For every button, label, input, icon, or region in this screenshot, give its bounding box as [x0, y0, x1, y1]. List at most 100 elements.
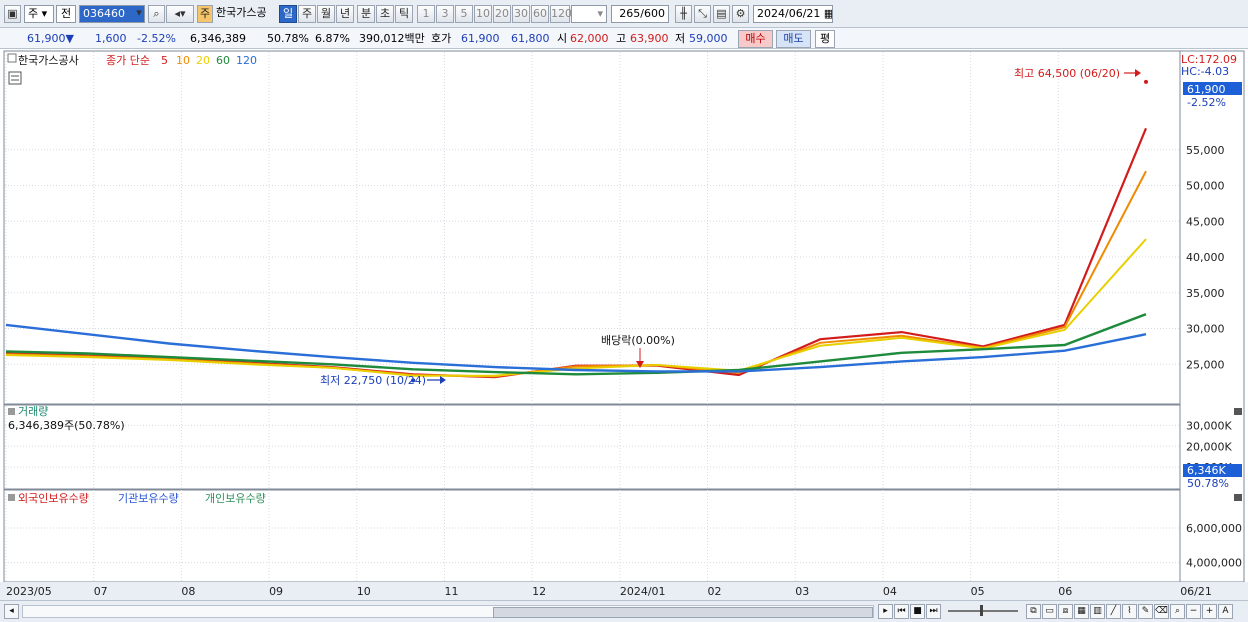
sell-button[interactable]: 매도 [776, 30, 811, 48]
zoom-slider[interactable] [948, 610, 1018, 612]
prev-button[interactable]: 전 [56, 5, 76, 23]
price-panel-title: 한국가스공사 [18, 54, 79, 67]
gear-icon[interactable]: ⚙ [732, 5, 749, 23]
x-tick: 03 [795, 585, 809, 598]
volume-y-tick: 20,000K [1186, 440, 1232, 453]
interval-5[interactable]: 5 [455, 5, 473, 23]
period-tab-week[interactable]: 주 [298, 5, 316, 23]
current-price: 61,900▼ [27, 32, 74, 45]
interval-120[interactable]: 120 [550, 5, 572, 23]
low-price: 59,000 [689, 32, 728, 45]
line-icon[interactable]: ╱ [1106, 604, 1121, 619]
y-tick: 30,000 [1186, 323, 1225, 336]
eval-button[interactable]: 평 [815, 30, 835, 48]
scroll-thumb[interactable] [493, 607, 873, 618]
ma-legend-120: 120 [236, 54, 257, 67]
volume-toggle-icon[interactable] [8, 408, 15, 415]
date-field[interactable]: 2024/06/21 ▦ [753, 5, 833, 23]
magnify-icon[interactable]: ⌕ [1170, 604, 1185, 619]
interval-60[interactable]: 60 [531, 5, 549, 23]
first-icon[interactable]: ⏮ [894, 604, 909, 619]
chart-area[interactable]: 55,000 50,000 45,000 40,000 35,000 30,000 25,0… [0, 50, 1248, 600]
holding-y-tick: 4,000,000 [1186, 557, 1242, 570]
scroll-bar[interactable]: ◂ ▸ ⏮ ■ ⏭ ⧉ ▭ ⧈ ▦ ▥ ╱ ⌇ ✎ ⌫ ⌕ − + A [0, 600, 1248, 622]
period-tab-month[interactable]: 월 [317, 5, 335, 23]
interval-30[interactable]: 30 [512, 5, 530, 23]
price-panel [3, 50, 1181, 405]
legend-individual: 개인보유수량 [205, 492, 266, 505]
period-tab-minute[interactable]: 분 [357, 5, 375, 23]
draw-icon[interactable]: ✎ [1138, 604, 1153, 619]
search-icon[interactable]: ⌕ [148, 5, 165, 23]
scroll-left-icon[interactable]: ◂ [4, 604, 19, 619]
zoom-in-icon[interactable]: + [1202, 604, 1217, 619]
x-tick: 2024/01 [620, 585, 666, 598]
last-change-label: -2.52% [1187, 96, 1226, 109]
trend-icon[interactable]: ⌇ [1122, 604, 1137, 619]
x-tick: 02 [708, 585, 722, 598]
period-tab-year[interactable]: 년 [336, 5, 354, 23]
ask-label: 호가 [431, 32, 452, 45]
toolbar: ▣ 주 ▾ 전 036460 ▾ ⌕ ◂▾ 주 한국가스공 일 주 월 년 분 … [0, 0, 1248, 28]
window-icon[interactable]: ▣ [4, 5, 21, 23]
buy-button[interactable]: 매수 [738, 30, 773, 48]
high-annotation: 최고 64,500 (06/20) [1014, 67, 1120, 80]
x-tick: 10 [357, 585, 371, 598]
x-tick: 05 [971, 585, 985, 598]
volume-last-ratio: 50.78% [1187, 477, 1229, 490]
layout-icon[interactable]: ⧉ [1026, 604, 1041, 619]
bar-icon[interactable]: ▥ [1090, 604, 1105, 619]
y-tick: 35,000 [1186, 287, 1225, 300]
x-tick: 06/21 [1180, 585, 1212, 598]
hc-label: HC:-4.03 [1181, 65, 1229, 78]
interval-select[interactable]: ▾ [571, 5, 607, 23]
x-tick: 07 [94, 585, 108, 598]
volume-panel [3, 404, 1181, 490]
grid-icon[interactable]: ▦ [1074, 604, 1089, 619]
market-select[interactable]: 주 ▾ [24, 5, 54, 23]
overlay-icon[interactable]: ⧈ [1058, 604, 1073, 619]
split-icon[interactable]: ▭ [1042, 604, 1057, 619]
holding-toggle-icon[interactable] [8, 494, 15, 501]
low-annotation: 최저 22,750 (10/24) [320, 374, 426, 387]
last-icon[interactable]: ⏭ [926, 604, 941, 619]
speaker-icon[interactable]: ◂▾ [166, 5, 194, 23]
close-icon[interactable] [1234, 408, 1242, 415]
x-tick: 2023/05 [6, 585, 52, 598]
ma-legend-10: 10 [176, 54, 190, 67]
holding-panel [3, 489, 1181, 583]
x-tick: 06 [1058, 585, 1072, 598]
interval-1[interactable]: 1 [417, 5, 435, 23]
erase-icon[interactable]: ⌫ [1154, 604, 1169, 619]
last-price-label: 61,900 [1187, 83, 1226, 96]
scroll-right-icon[interactable]: ▸ [878, 604, 893, 619]
calendar-icon[interactable]: ▦ [824, 7, 832, 20]
interval-3[interactable]: 3 [436, 5, 454, 23]
y-axis-area [1179, 50, 1245, 583]
volume-value: 6,346,389 [190, 32, 246, 45]
ma-legend-label: 종가 단순 [106, 54, 150, 67]
save-icon[interactable]: ▤ [713, 5, 730, 23]
interval-20[interactable]: 20 [493, 5, 511, 23]
high-price: 63,900 [630, 32, 669, 45]
volume-value: 6,346,389주(50.78%) [8, 419, 125, 432]
turnover-rate: 6.87% [315, 32, 350, 45]
font-icon[interactable]: A [1218, 604, 1233, 619]
stock-type-badge: 주 [197, 5, 213, 23]
volume-title: 거래량 [18, 405, 48, 418]
crosshair-icon[interactable]: ⤡ [694, 5, 711, 23]
x-tick: 04 [883, 585, 897, 598]
zoom-slider-handle[interactable] [980, 605, 983, 616]
stop-icon[interactable]: ■ [910, 604, 925, 619]
period-tab-second[interactable]: 초 [376, 5, 394, 23]
count-field[interactable]: 265/600 [611, 5, 669, 23]
candle-icon[interactable]: ╫ [675, 5, 692, 23]
calculator-icon[interactable] [8, 71, 22, 85]
period-tab-tick[interactable]: 틱 [395, 5, 413, 23]
scroll-track[interactable] [22, 605, 874, 618]
zoom-out-icon[interactable]: − [1186, 604, 1201, 619]
interval-10[interactable]: 10 [474, 5, 492, 23]
chevron-down-icon[interactable]: ▾ [132, 5, 146, 23]
period-tab-day[interactable]: 일 [279, 5, 297, 23]
close-icon[interactable] [1234, 494, 1242, 501]
